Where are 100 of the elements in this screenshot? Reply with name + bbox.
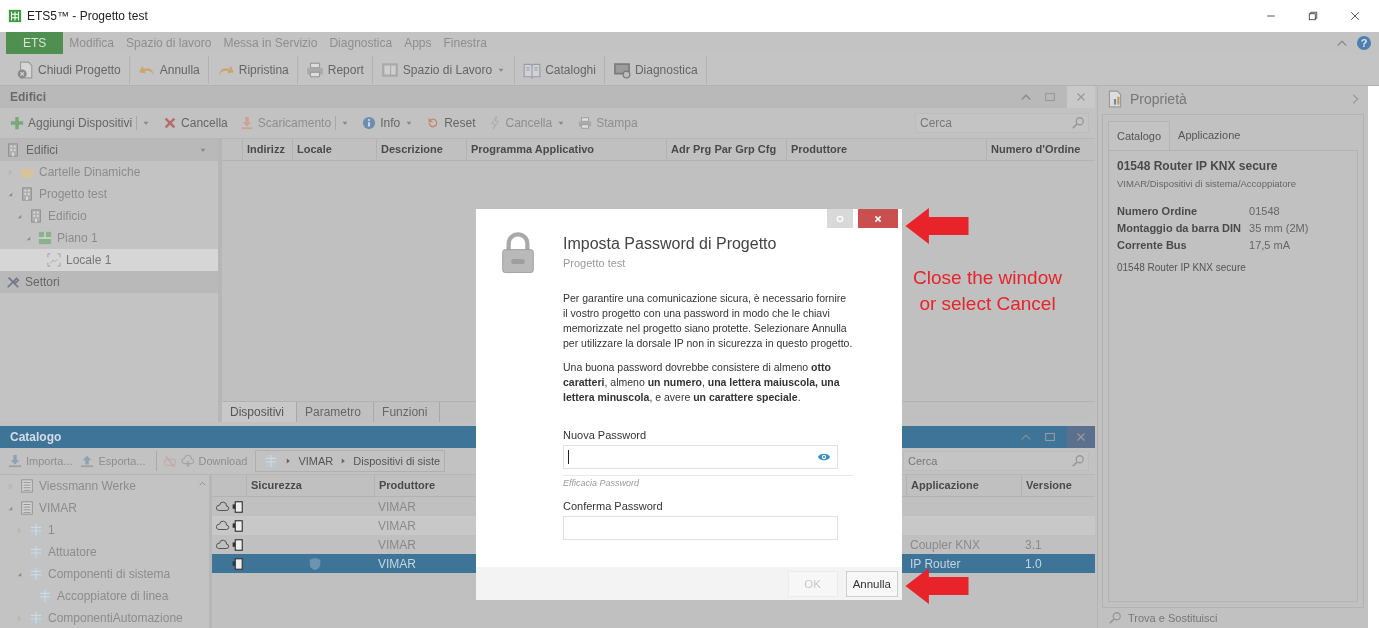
device-icon [230, 518, 244, 533]
document-icon [16, 60, 34, 79]
tab[interactable]: Dispositivi [222, 402, 297, 422]
printer-icon [305, 60, 324, 79]
property-name: Numero Ordine [1117, 205, 1199, 217]
column-header[interactable]: Indirizz [242, 139, 292, 160]
toolbar-button[interactable]: Spazio di Lavoro [372, 55, 516, 84]
field-label: Nuova Password [563, 429, 648, 441]
maximize-icon[interactable] [1043, 430, 1057, 444]
property-value: 35 mm (2M) [1249, 222, 1310, 234]
dialog-button[interactable]: Annulla [845, 570, 898, 597]
dialog-subtitle: Progetto test [563, 257, 627, 269]
panel-title: Catalogo [10, 430, 62, 444]
toolbar-button[interactable]: Reset [420, 111, 482, 135]
column-header[interactable]: Produttore [786, 139, 986, 160]
search-field[interactable]: Cerca [915, 113, 1089, 133]
table-cell: VIMAR [378, 556, 416, 571]
column-header[interactable]: Sicurezza [246, 475, 374, 496]
column-header[interactable]: Descrizione [376, 139, 466, 160]
property-value: 17,5 mA [1249, 239, 1292, 251]
arrow-icon [903, 208, 971, 244]
panel-title: Proprietà [1130, 91, 1187, 107]
search-icon[interactable] [1071, 454, 1085, 468]
help-button[interactable]: ? [1357, 36, 1371, 50]
cross-icon [163, 116, 178, 130]
toolbar-button[interactable]: Info [356, 111, 421, 135]
monitor-icon [612, 60, 631, 79]
toolbar-button[interactable]: Annulla [129, 55, 209, 84]
column-header[interactable]: Versione [1021, 475, 1083, 496]
toolbar-button[interactable]: Cataloghi [515, 55, 605, 84]
tab[interactable]: Funzioni [374, 402, 441, 422]
slash-icon[interactable] [162, 454, 177, 468]
menu-item[interactable]: ETS [6, 32, 64, 54]
device-icon [230, 556, 244, 571]
maximize-icon[interactable] [1043, 90, 1057, 104]
toolbar-button[interactable]: Cancella [157, 111, 234, 135]
dialog-paragraph: Per garantire una comunicazione sicura, è necessario fornire il vostro progetto con una password in modo che le chiavi memorizzate nel progetto siano protette. Selezionare Annulla per utilizzare la dorsale IP non in sicurezza in questo progetto. [563, 291, 853, 351]
close-button[interactable] [1067, 426, 1095, 448]
product-name: 01548 Router IP KNX secure [1117, 159, 1279, 173]
download-icon [8, 454, 22, 468]
restore-icon[interactable] [1307, 10, 1319, 22]
annotation-text: Close the window or select Cancel [912, 266, 1063, 316]
close-button[interactable] [1067, 86, 1095, 108]
property-value: 01548 [1249, 205, 1281, 217]
toolbar-button[interactable]: Report [297, 55, 373, 84]
toolbar-button[interactable]: Chiudi Progetto [8, 55, 130, 84]
arrow-icon [903, 568, 971, 604]
tab[interactable]: Applicazione [1170, 121, 1249, 150]
device-icon [230, 499, 244, 514]
plus-icon [10, 116, 24, 130]
column-header[interactable]: Locale [292, 139, 376, 160]
device-icon [230, 537, 244, 552]
chart-document-icon [1106, 90, 1124, 108]
toolbar-button[interactable]: Aggiungi Dispositivi [4, 111, 158, 135]
list-icon [20, 479, 34, 493]
close-icon[interactable] [1349, 10, 1361, 22]
password-strength-label: Efficacia Password [563, 475, 853, 488]
download-icon [239, 116, 254, 130]
column-header[interactable]: Numero d'Ordine [986, 139, 1093, 160]
toolbar-button[interactable]: Ripristina [208, 55, 298, 84]
chevron-up-icon[interactable] [198, 479, 207, 488]
property-name: Corrente Bus [1117, 239, 1188, 251]
password-field[interactable] [563, 516, 838, 540]
upload-icon [80, 454, 95, 468]
building-icon [20, 187, 34, 201]
padlock-icon [501, 232, 535, 274]
panel-link[interactable]: Trova e Sostituisci [1128, 612, 1218, 624]
tab[interactable]: Parametro [297, 402, 375, 422]
printer-icon [578, 116, 593, 130]
product-path: VIMAR/Dispositivi di sistema/Accoppiatore [1117, 178, 1297, 189]
room-icon [47, 253, 61, 267]
tab[interactable]: Catalogo [1108, 121, 1171, 150]
column-header[interactable]: Programma Applicativo [466, 139, 666, 160]
panel-title: Edifici [10, 90, 46, 104]
breadcrumb-item[interactable]: Dispositivi di siste [353, 455, 441, 467]
tree-section[interactable]: Settori [0, 271, 218, 293]
close-button[interactable] [858, 209, 898, 228]
property-name: Montaggio da barra DIN [1117, 222, 1242, 234]
search-field[interactable]: Cerca [903, 451, 1089, 471]
search-icon[interactable] [1071, 116, 1085, 130]
tree-header[interactable]: Edifici [0, 139, 218, 161]
layout-icon [380, 60, 399, 79]
tree-title: Edifici [26, 143, 58, 157]
password-field[interactable] [563, 445, 838, 469]
window-button[interactable] [827, 209, 853, 228]
building-icon [29, 209, 43, 223]
product-description: 01548 Router IP KNX secure [1117, 262, 1247, 273]
floor-icon [38, 231, 52, 245]
breadcrumb-item[interactable]: VIMAR [298, 455, 334, 467]
cloud-icon [180, 454, 195, 468]
dialog-paragraph: Una buona password dovrebbe consistere di almeno otto caratteri, almeno un numero, una lettera maiuscola, una lettera minuscola, e avere un carattere speciale. [563, 360, 841, 405]
column-header[interactable]: Adr Prg Par Grp Cfg [666, 139, 786, 160]
toolbar-button[interactable]: Diagnostica [604, 55, 707, 84]
search-icon [1108, 611, 1122, 625]
tree-item[interactable]: Locale 1 [0, 249, 218, 271]
column-header[interactable]: Applicazione [906, 475, 1021, 496]
table-cell: IP Router [910, 556, 961, 571]
tools-icon [6, 275, 20, 289]
list-icon [20, 501, 34, 515]
app-icon [8, 9, 22, 23]
